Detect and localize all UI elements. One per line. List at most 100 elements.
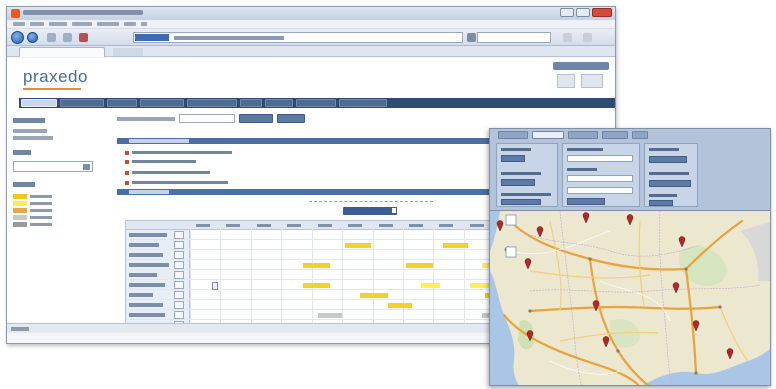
map-action-button[interactable] [649,200,673,206]
filter-input[interactable] [179,114,235,123]
help-icon[interactable] [557,74,575,88]
map-tab-3[interactable] [568,131,598,139]
calendar-icon[interactable] [83,164,90,170]
filter-search-button[interactable] [239,114,273,123]
intervention-bar[interactable] [406,262,434,268]
alert-link-text [132,151,232,154]
map-tab-1[interactable] [498,131,528,139]
row-expand-button[interactable] [174,291,184,299]
browser-tab-active[interactable] [19,47,105,57]
menu-item-file[interactable] [13,22,25,26]
settings-icon[interactable] [581,74,603,88]
legend-item [13,200,109,206]
window-title [23,10,143,15]
row-expand-button[interactable] [174,241,184,249]
date-field[interactable] [13,161,93,172]
alert-link[interactable] [125,170,210,175]
alert-link[interactable] [125,150,232,155]
map-action-button[interactable] [501,199,541,205]
nav-tab-2[interactable] [60,99,104,107]
legend-swatch [13,200,27,206]
filter-label [117,117,175,121]
menu-item-tools[interactable] [124,22,136,26]
nav-tab-6[interactable] [240,99,262,107]
period-next-button[interactable] [391,207,397,214]
row-expand-button[interactable] [174,301,184,309]
menu-item-help[interactable] [141,22,147,26]
map-filter-select[interactable] [567,155,633,162]
map-action-button[interactable] [649,180,691,187]
forward-arrow-icon[interactable] [27,32,38,43]
map-tab-4[interactable] [602,131,628,139]
menu-item-history[interactable] [72,22,92,26]
menu-item-view[interactable] [49,22,67,26]
menu-item-bookmarks[interactable] [97,22,119,26]
intervention-bar[interactable] [345,242,372,248]
grid-column-header [226,224,241,227]
map-filter-select[interactable] [567,187,633,194]
intervention-bar[interactable] [317,312,343,318]
france-map[interactable] [490,211,771,386]
refresh-icon[interactable] [47,33,56,42]
status-text [11,327,29,331]
group-label [649,172,689,175]
nav-tab-1[interactable] [21,99,57,107]
row-expand-button[interactable] [174,231,184,239]
browser-tabstrip [7,46,615,57]
grid-column-header [196,224,210,227]
sidebar-link-2[interactable] [13,136,53,140]
close-icon[interactable] [592,8,612,17]
row-expand-button[interactable] [174,311,184,319]
sidebar-date-title [13,150,31,155]
map-tab-5[interactable] [632,131,648,139]
row-expand-button[interactable] [174,251,184,259]
search-icon[interactable] [563,33,572,42]
map-window [489,128,771,386]
maximize-icon[interactable] [576,8,590,17]
period-selector[interactable] [343,207,397,215]
zoom-out-icon[interactable] [505,246,517,258]
alert-link[interactable] [125,159,196,164]
minimize-icon[interactable] [560,8,574,17]
filter-reset-button[interactable] [277,114,305,123]
back-arrow-icon[interactable] [11,31,24,44]
row-expand-button[interactable] [174,281,184,289]
row-expand-button[interactable] [174,261,184,269]
nav-tab-4[interactable] [140,99,184,107]
map-action-button[interactable] [501,179,535,186]
row-expand-button[interactable] [174,271,184,279]
stop-icon[interactable] [63,33,72,42]
map-tab-2[interactable] [532,131,564,139]
intervention-bar[interactable] [442,242,469,248]
alert-bullet-icon [125,180,129,185]
map-apply-button[interactable] [567,198,605,205]
new-tab-button[interactable] [113,48,143,56]
map-filter-select[interactable] [567,175,633,182]
go-icon[interactable] [467,33,476,42]
legend-label [30,208,52,212]
intervention-bar[interactable] [387,302,413,308]
nav-tab-3[interactable] [107,99,137,107]
site-identity-badge[interactable] [135,34,169,41]
addon-icon[interactable] [583,33,592,42]
logo-underline [23,88,81,90]
nav-tab-8[interactable] [296,99,336,107]
intervention-bar[interactable] [302,282,330,288]
intervention-bar[interactable] [302,262,330,268]
menu-item-edit[interactable] [30,22,44,26]
browser-search-field[interactable] [477,32,551,43]
nav-tab-5[interactable] [187,99,237,107]
nav-tab-7[interactable] [265,99,293,107]
zoom-in-icon[interactable] [505,214,517,226]
nav-tab-9[interactable] [339,99,387,107]
home-icon[interactable] [79,33,88,42]
intervention-bar[interactable] [360,292,388,298]
map-action-button[interactable] [649,156,687,163]
alert-link[interactable] [125,180,228,185]
map-action-button[interactable] [501,155,525,162]
document-icon[interactable] [212,282,218,290]
intervention-bar[interactable] [421,282,440,288]
url-field[interactable] [133,32,463,43]
user-menu[interactable] [553,62,609,70]
sidebar-link-1[interactable] [13,129,47,133]
